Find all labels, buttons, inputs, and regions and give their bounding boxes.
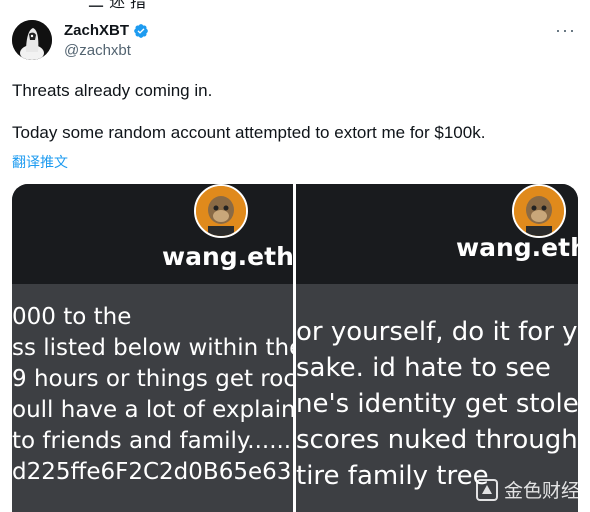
message-line: sake. id hate to see [296, 353, 551, 383]
author-handle[interactable]: @zachxbt [64, 42, 131, 59]
more-icon[interactable]: ··· [555, 20, 576, 41]
tweet-text: Threats already coming in. Today some ra… [12, 80, 485, 144]
author-name[interactable]: ZachXBT [64, 22, 129, 39]
ape-avatar-icon [512, 184, 566, 238]
extortion-message: 000 to the ss listed below within the 9 … [12, 302, 293, 488]
tweet-paragraph-2: Today some random account attempted to e… [12, 123, 486, 142]
avatar-image [12, 20, 52, 60]
message-line: to friends and family...... [12, 428, 292, 454]
extortion-message: or yourself, do it for you sake. id hate… [296, 314, 578, 494]
message-line: scores nuked througho [296, 425, 578, 455]
message-line: d225ffe6F2C2d0B65e63 [12, 459, 292, 485]
message-line: ne's identity get stolen [296, 389, 578, 419]
message-line: or yourself, do it for you [296, 317, 578, 347]
media-image-right[interactable]: wang.eth or yourself, do it for you sake… [296, 184, 578, 512]
media-image-left[interactable]: wang.eth 000 to the ss listed below with… [12, 184, 293, 512]
message-line: 000 to the [12, 304, 132, 330]
ens-name: wang.eth [456, 233, 578, 262]
verified-badge-icon [134, 23, 148, 38]
avatar[interactable] [12, 20, 52, 60]
translate-link[interactable]: 翻译推文 [12, 152, 68, 172]
message-line: 9 hours or things get rocky [12, 366, 293, 392]
tweet-media[interactable]: wang.eth 000 to the ss listed below with… [12, 184, 578, 512]
watermark: 金色财经 [476, 476, 580, 503]
ape-avatar-icon [194, 184, 248, 238]
jinse-logo-icon [476, 478, 498, 501]
top-cropped-text: 二 述 措 [88, 0, 147, 11]
author-name-row[interactable]: ZachXBT [64, 22, 149, 39]
watermark-text: 金色财经 [504, 480, 581, 502]
message-line: oull have a lot of explaining [12, 397, 293, 423]
ens-name: wang.eth [162, 242, 293, 271]
tweet-paragraph-1: Threats already coming in. [12, 81, 213, 100]
message-line: ss listed below within the [12, 335, 293, 361]
